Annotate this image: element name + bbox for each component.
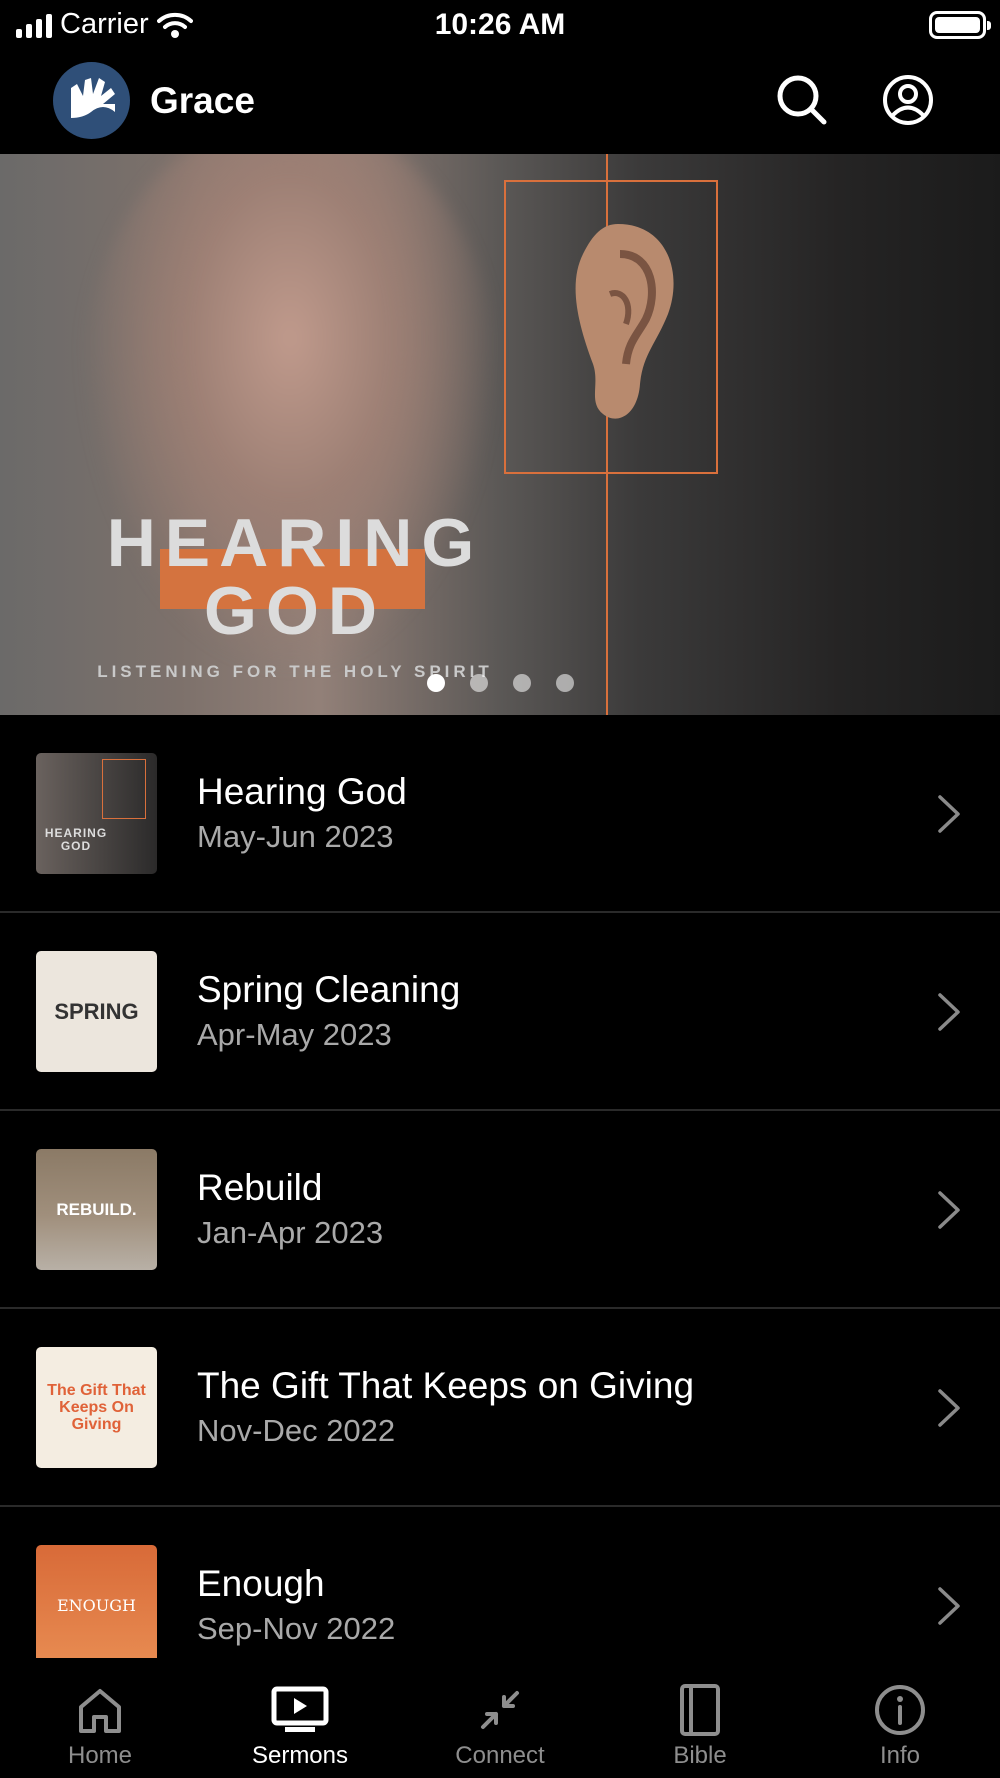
app-header: Grace <box>0 50 1000 154</box>
bible-icon <box>670 1680 730 1740</box>
list-item[interactable]: HEARING GOD Hearing God May-Jun 2023 <box>0 715 1000 913</box>
page-dot[interactable] <box>556 674 574 692</box>
tab-label: Home <box>67 1742 133 1769</box>
list-item[interactable]: ENOUGH Enough Sep-Nov 2022 <box>0 1507 1000 1658</box>
info-icon <box>870 1680 930 1740</box>
home-icon <box>70 1680 130 1740</box>
tab-info[interactable]: Info <box>800 1658 1000 1778</box>
tab-label: Sermons <box>251 1742 349 1769</box>
church-logo[interactable] <box>53 62 130 139</box>
battery-icon <box>929 11 991 39</box>
hero-title-line2: GOD <box>204 573 386 649</box>
tab-connect[interactable]: Connect <box>400 1658 600 1778</box>
series-title: Enough <box>197 1563 325 1604</box>
series-thumbnail: SPRING <box>36 951 157 1072</box>
page-dot[interactable] <box>470 674 488 692</box>
tab-bible[interactable]: Bible <box>600 1658 800 1778</box>
account-icon <box>883 75 933 125</box>
tab-sermons[interactable]: Sermons <box>200 1658 400 1778</box>
chevron-right-icon <box>938 1191 960 1229</box>
thumbnail-text: SPRING <box>54 998 139 1024</box>
series-title: Spring Cleaning <box>197 969 461 1010</box>
tab-bar: Home Sermons Connect Bible Info <box>0 1658 1000 1778</box>
app-title: Grace <box>150 80 255 121</box>
tab-label: Connect <box>455 1742 545 1769</box>
series-date: May-Jun 2023 <box>197 819 394 854</box>
account-button[interactable] <box>878 70 938 130</box>
thumb-frame <box>102 759 146 819</box>
sunrise-logo-icon <box>71 78 115 118</box>
series-title: The Gift That Keeps on Giving <box>197 1365 695 1406</box>
search-icon <box>777 75 827 125</box>
search-button[interactable] <box>772 70 832 130</box>
hero-frame <box>504 180 718 474</box>
list-item[interactable]: SPRING Spring Cleaning Apr-May 2023 <box>0 913 1000 1111</box>
tab-home[interactable]: Home <box>0 1658 200 1778</box>
thumbnail-text: HEARING GOD <box>44 826 108 853</box>
series-date: Nov-Dec 2022 <box>197 1413 396 1448</box>
page-indicator[interactable] <box>427 674 574 692</box>
series-date: Sep-Nov 2022 <box>197 1611 396 1646</box>
sermons-icon <box>270 1680 330 1740</box>
tab-label: Bible <box>673 1742 727 1769</box>
thumbnail-text: The Gift That Keeps On Giving <box>47 1382 146 1433</box>
connect-icon <box>470 1680 530 1740</box>
chevron-right-icon <box>938 1587 960 1625</box>
series-thumbnail: ENOUGH <box>36 1545 157 1658</box>
chevron-right-icon <box>938 795 960 833</box>
series-date: Apr-May 2023 <box>197 1017 392 1052</box>
hero-title-line1: HEARING <box>106 505 484 581</box>
list-item[interactable]: REBUILD. Rebuild Jan-Apr 2023 <box>0 1111 1000 1309</box>
series-title: Rebuild <box>197 1167 323 1208</box>
status-bar: Carrier 10:26 AM <box>0 0 1000 50</box>
series-thumbnail: REBUILD. <box>36 1149 157 1270</box>
thumbnail-text: ENOUGH <box>56 1596 136 1615</box>
series-thumbnail: HEARING GOD <box>36 753 157 874</box>
status-time: 10:26 AM <box>434 8 566 41</box>
sermon-series-list: HEARING GOD Hearing God May-Jun 2023 SPR… <box>0 715 1000 1658</box>
series-thumbnail: The Gift That Keeps On Giving <box>36 1347 157 1468</box>
page-dot[interactable] <box>427 674 445 692</box>
list-item[interactable]: The Gift That Keeps On Giving The Gift T… <box>0 1309 1000 1507</box>
series-date: Jan-Apr 2023 <box>197 1215 384 1250</box>
tab-label: Info <box>879 1742 921 1769</box>
chevron-right-icon <box>938 1389 960 1427</box>
thumbnail-text: REBUILD. <box>56 1199 137 1219</box>
page-dot[interactable] <box>513 674 531 692</box>
series-title: Hearing God <box>197 771 407 812</box>
chevron-right-icon <box>938 993 960 1031</box>
hero-carousel[interactable]: HEARING GOD LISTENING FOR THE HOLY SPIRI… <box>0 154 1000 715</box>
